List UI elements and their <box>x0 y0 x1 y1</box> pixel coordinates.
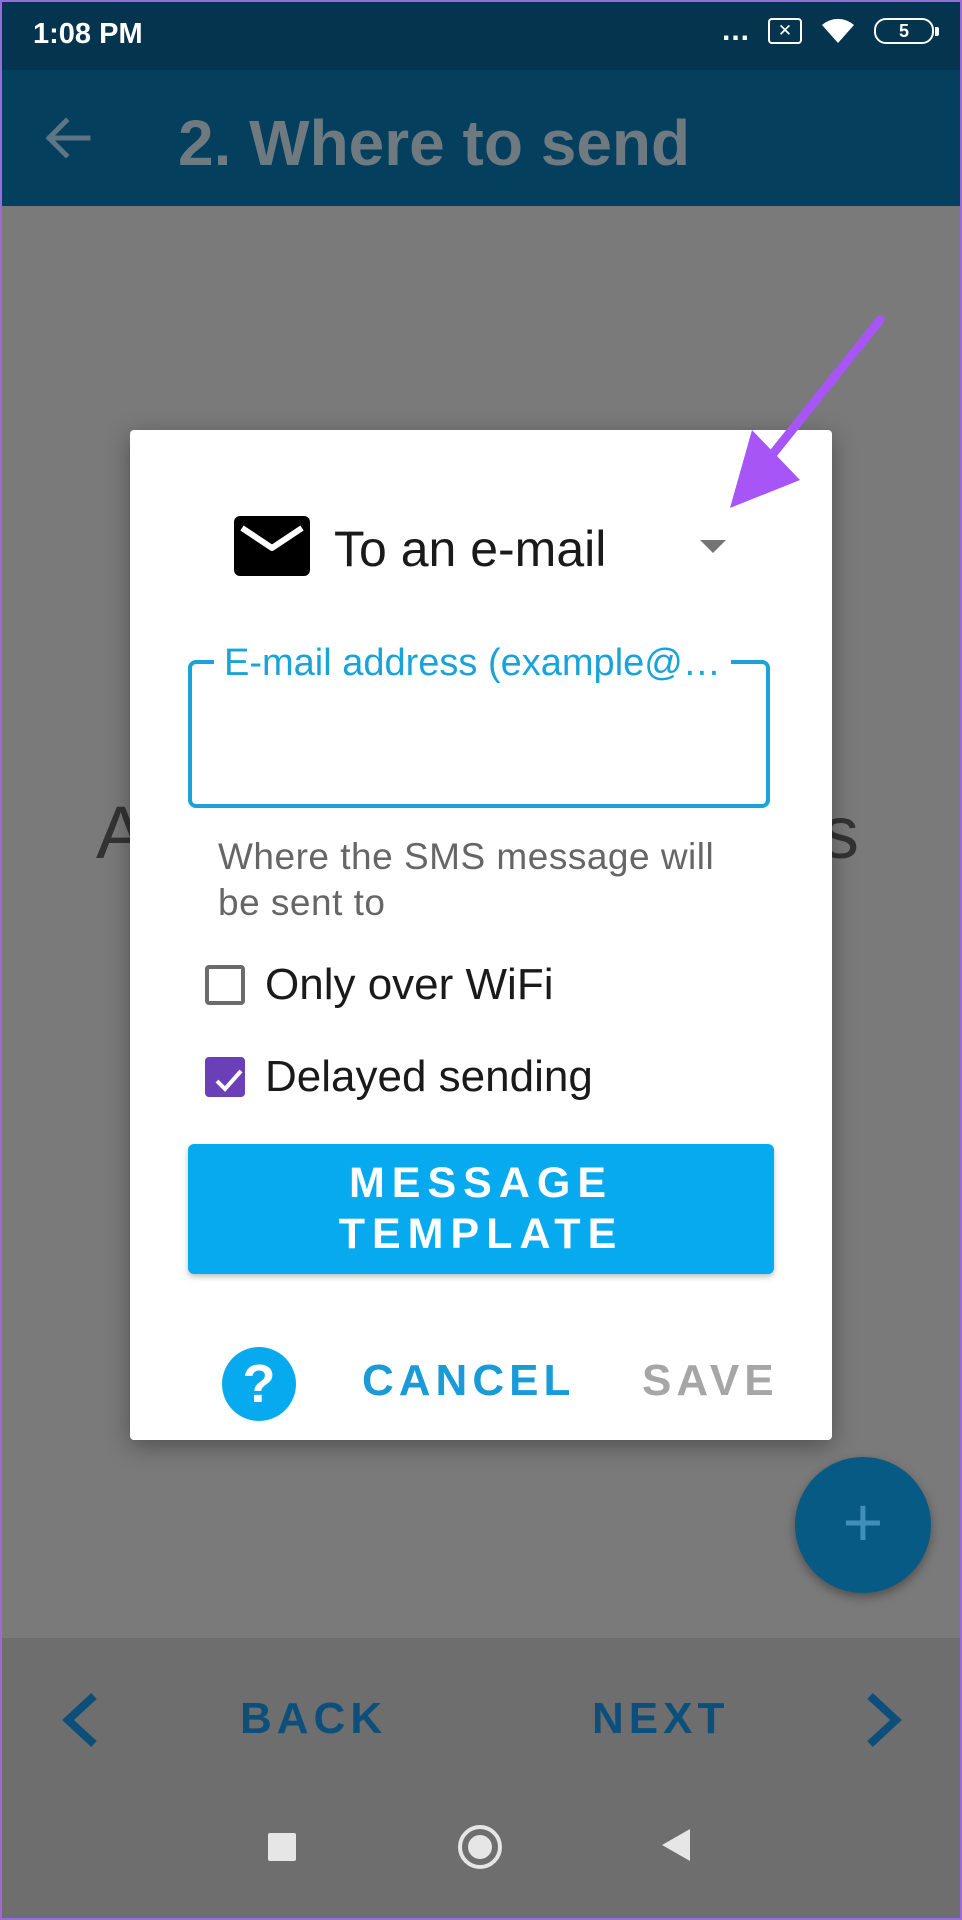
battery-icon: 5 <box>874 18 939 44</box>
delayed-sending-label: Delayed sending <box>265 1052 593 1101</box>
email-field-label: E-mail address (example@… <box>214 642 731 685</box>
save-button[interactable]: SAVE <box>642 1356 779 1406</box>
email-helper-text: Where the SMS message will be sent to <box>218 836 715 923</box>
more-dots-icon: ... <box>721 14 750 47</box>
only-wifi-checkbox[interactable] <box>205 965 245 1005</box>
next-nav-button[interactable]: NEXT <box>592 1694 729 1744</box>
template-button-line1: MESSAGE <box>348 1159 614 1207</box>
only-wifi-label: Only over WiFi <box>265 960 554 1009</box>
bottom-navigation-bar: BACK NEXT <box>0 1638 962 1802</box>
status-time: 1:08 PM <box>33 18 143 50</box>
destination-label: To an e-mail <box>334 521 607 577</box>
app-bar: 2. Where to send <box>0 70 962 206</box>
mail-icon <box>234 516 310 576</box>
recents-icon[interactable] <box>268 1833 296 1861</box>
annotation-arrow-icon <box>730 315 885 508</box>
template-button-line2: TEMPLATE <box>338 1210 624 1258</box>
email-field[interactable] <box>208 710 752 772</box>
home-icon[interactable] <box>458 1825 502 1869</box>
only-wifi-checkbox-row[interactable]: Only over WiFi <box>205 960 553 1010</box>
status-icons: ... ✕ 5 <box>721 14 939 47</box>
delayed-sending-checkbox[interactable] <box>205 1057 245 1097</box>
sim-off-icon: ✕ <box>768 18 802 44</box>
status-bar: 1:08 PM ... ✕ 5 <box>0 0 962 70</box>
checkmark-icon <box>215 1069 243 1092</box>
back-arrow-icon[interactable] <box>44 115 92 161</box>
wifi-icon <box>822 18 854 43</box>
chevron-right-icon[interactable] <box>862 1690 906 1750</box>
destination-dialog: To an e-mail E-mail address (example@… W… <box>130 430 832 1440</box>
delayed-sending-checkbox-row[interactable]: Delayed sending <box>205 1052 593 1102</box>
system-back-icon[interactable] <box>662 1829 690 1861</box>
add-fab-button[interactable]: + <box>795 1457 931 1593</box>
message-template-button[interactable]: MESSAGE TEMPLATE <box>188 1144 774 1274</box>
back-nav-button[interactable]: BACK <box>240 1694 387 1744</box>
dropdown-caret-icon[interactable] <box>700 540 726 553</box>
chevron-left-icon[interactable] <box>58 1690 102 1750</box>
system-navigation-bar <box>0 1802 962 1920</box>
page-title: 2. Where to send <box>178 107 691 179</box>
cancel-button[interactable]: CANCEL <box>362 1356 575 1406</box>
help-button[interactable]: ? <box>222 1347 296 1421</box>
